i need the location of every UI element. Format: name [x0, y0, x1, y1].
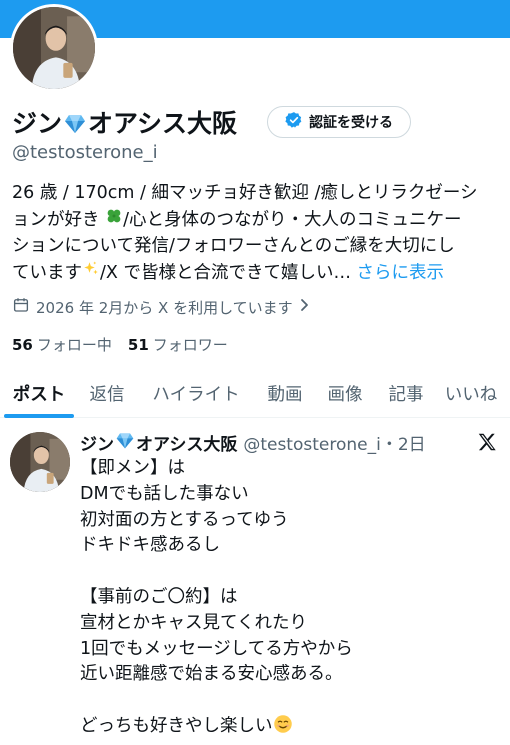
post-header: ジン オアシス大阪 @testosterone_i・2日	[80, 430, 426, 455]
show-more-link[interactable]: さらに表示	[357, 263, 445, 283]
smiling-emoji	[273, 714, 293, 743]
bio-line: ています/X で皆様と合流できて嬉しい… さらに表示	[12, 260, 502, 287]
x-logo-icon[interactable]	[476, 431, 498, 453]
bio-line: 26 歳 / 170cm / 細マッチョ好き歓迎 /癒しとリラクゼーシ	[12, 183, 478, 203]
bio-line: ションについて発信/フォロワーさんとのご縁を大切にし	[12, 236, 455, 256]
sparkles-emoji	[82, 260, 100, 287]
clover-emoji	[105, 207, 123, 234]
profile-bio: 26 歳 / 170cm / 細マッチョ好き歓迎 /癒しとリラクゼーシ ョンが好…	[12, 180, 502, 286]
get-verified-label: 認証を受ける	[309, 115, 393, 131]
verified-badge-icon	[285, 111, 303, 133]
chevron-right-icon	[299, 298, 311, 316]
post-line: DMでも話した事ない	[80, 483, 249, 504]
tab-images[interactable]: 画像	[314, 368, 376, 418]
display-name-text-2: オアシス大阪	[88, 109, 238, 138]
post-author-name-2[interactable]: オアシス大阪	[136, 430, 237, 455]
post-line: どっちも好きやし楽しい	[80, 714, 500, 740]
post-handle-time[interactable]: @testosterone_i・2日	[243, 430, 425, 455]
post-line: 近い距離感で始まる安心感ある。	[80, 664, 343, 685]
followers-count: 51	[127, 336, 149, 354]
following-link[interactable]: 56 フォロー中	[12, 334, 112, 355]
profile-display-name: ジン オアシス大阪	[12, 104, 237, 141]
post-line	[80, 559, 500, 585]
tab-highlights[interactable]: ハイライト	[136, 368, 256, 418]
bio-line: ョンが好き /心と身体のつながり・大人のコミュニケー	[12, 207, 502, 234]
post-line: 1回でもメッセージしてる方やから	[80, 638, 353, 659]
profile-tabs: ポスト 返信 ハイライト 動画 画像 記事 いいね	[0, 368, 510, 418]
tab-posts[interactable]: ポスト	[0, 368, 78, 418]
followers-label: フォロワー	[152, 336, 228, 354]
calendar-icon	[12, 296, 30, 318]
gem-emoji	[115, 430, 135, 455]
post-author-name[interactable]: ジン	[80, 430, 114, 455]
follow-stats: 56 フォロー中 51 フォロワー	[12, 334, 228, 355]
following-count: 56	[12, 336, 33, 354]
bio-text: /心と身体のつながり・大人のコミュニケー	[123, 209, 462, 230]
post-text-last: どっちも好きやし楽しい	[80, 715, 273, 736]
bio-text: ョンが好き	[12, 209, 100, 230]
bio-text: /X で皆様と合流できて嬉しい…	[100, 262, 351, 283]
joined-date[interactable]: 2026 年 2月から X を利用しています	[12, 296, 311, 318]
profile-handle: @testosterone_i	[12, 142, 158, 163]
tab-likes[interactable]: いいね	[436, 368, 506, 418]
post-line	[80, 688, 500, 714]
display-name-text: ジン	[12, 109, 63, 138]
bio-text: ています	[12, 262, 82, 283]
tab-replies[interactable]: 返信	[78, 368, 136, 418]
gem-emoji	[63, 111, 87, 141]
get-verified-button[interactable]: 認証を受ける	[267, 106, 411, 138]
tab-videos[interactable]: 動画	[256, 368, 314, 418]
joined-text: 2026 年 2月から X を利用しています	[36, 298, 293, 317]
post-line: 宣材とかキャス見てくれたり	[80, 612, 307, 633]
post-avatar[interactable]	[10, 432, 70, 492]
post-line: 【即メン】は	[80, 458, 185, 478]
post-line: ドキドキ感あるし	[80, 535, 220, 556]
followers-link[interactable]: 51 フォロワー	[128, 334, 228, 355]
tab-articles[interactable]: 記事	[376, 368, 436, 418]
following-label: フォロー中	[36, 336, 112, 354]
profile-avatar[interactable]	[10, 4, 98, 92]
post-text: 【即メン】は DMでも話した事ない 初対面の方とするってゆう ドキドキ感あるし …	[80, 456, 500, 740]
post-line: 初対面の方とするってゆう	[80, 509, 289, 530]
post-line: 【事前のご〇約】は	[80, 586, 238, 607]
